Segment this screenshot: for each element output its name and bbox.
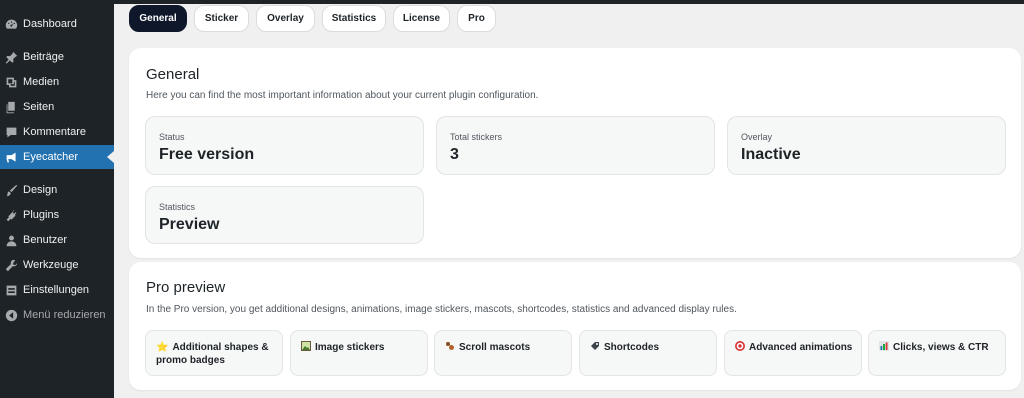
sidebar-item-label: Werkzeuge bbox=[23, 259, 79, 271]
image-icon bbox=[301, 341, 311, 354]
settings-icon bbox=[4, 283, 18, 297]
star-icon: ⭐ bbox=[156, 342, 169, 353]
stat-label: Overlay bbox=[741, 132, 773, 142]
sidebar-item-design[interactable]: Design bbox=[0, 178, 114, 202]
collapse-icon bbox=[4, 308, 18, 322]
sidebar-item-label: Seiten bbox=[23, 101, 55, 113]
stat-value: Preview bbox=[159, 216, 220, 233]
stat-statistics: Statistics Preview bbox=[145, 186, 424, 244]
pin-icon bbox=[4, 50, 18, 64]
sidebar-item-label: Plugins bbox=[23, 209, 60, 221]
tab-sticker[interactable]: Sticker bbox=[194, 5, 249, 32]
feature-label: Clicks, views & CTR bbox=[893, 342, 989, 353]
sidebar-item-media[interactable]: Medien bbox=[0, 70, 114, 94]
sidebar-item-label: Benutzer bbox=[23, 234, 68, 246]
stat-label: Statistics bbox=[159, 202, 196, 212]
stat-label: Total stickers bbox=[450, 132, 503, 142]
feature-label: Additional shapes & promo badges bbox=[156, 342, 269, 366]
paw-icon bbox=[445, 341, 455, 354]
general-card: General Here you can find the most impor… bbox=[129, 48, 1021, 258]
pro-preview-card: Pro preview In the Pro version, you get … bbox=[129, 262, 1021, 390]
stat-status: Status Free version bbox=[145, 116, 424, 175]
media-icon bbox=[4, 75, 18, 89]
feature-shortcodes: Shortcodes bbox=[579, 330, 717, 376]
feature-additional-shapes: ⭐ Additional shapes & promo badges bbox=[145, 330, 283, 376]
stat-value: Inactive bbox=[741, 146, 801, 163]
general-title: General bbox=[146, 66, 200, 83]
stat-value: Free version bbox=[159, 146, 255, 163]
chart-icon bbox=[879, 341, 889, 354]
sidebar-item-posts[interactable]: Beiträge bbox=[0, 45, 114, 69]
stat-value: 3 bbox=[450, 146, 459, 163]
sidebar-collapse-menu[interactable]: Menü reduzieren bbox=[0, 303, 114, 327]
sidebar-item-label: Kommentare bbox=[23, 126, 86, 138]
sidebar-item-users[interactable]: Benutzer bbox=[0, 228, 114, 252]
sidebar-item-label: Eyecatcher bbox=[23, 151, 79, 163]
plug-icon bbox=[4, 208, 18, 222]
sidebar-item-label: Menü reduzieren bbox=[23, 309, 106, 321]
pages-icon bbox=[4, 100, 18, 114]
tag-icon bbox=[590, 341, 600, 354]
stat-overlay: Overlay Inactive bbox=[727, 116, 1006, 175]
sidebar-item-pages[interactable]: Seiten bbox=[0, 95, 114, 119]
sidebar-item-dashboard[interactable]: Dashboard bbox=[0, 12, 114, 36]
feature-advanced-animations: Advanced animations bbox=[724, 330, 862, 376]
brush-icon bbox=[4, 183, 18, 197]
admin-bar-strip bbox=[114, 0, 1024, 4]
feature-label: Scroll mascots bbox=[459, 342, 531, 353]
sidebar-item-label: Dashboard bbox=[23, 18, 77, 30]
sidebar-item-comments[interactable]: Kommentare bbox=[0, 120, 114, 144]
pro-title: Pro preview bbox=[146, 279, 226, 296]
feature-label: Advanced animations bbox=[749, 342, 853, 353]
sidebar-item-tools[interactable]: Werkzeuge bbox=[0, 253, 114, 277]
feature-label: Image stickers bbox=[315, 342, 385, 353]
feature-clicks-views-ctr: Clicks, views & CTR bbox=[868, 330, 1006, 376]
comment-icon bbox=[4, 125, 18, 139]
feature-label: Shortcodes bbox=[604, 342, 660, 353]
stat-total-stickers: Total stickers 3 bbox=[436, 116, 715, 175]
tab-statistics[interactable]: Statistics bbox=[322, 5, 386, 32]
pro-description: In the Pro version, you get additional d… bbox=[146, 304, 737, 315]
megaphone-icon bbox=[4, 150, 18, 164]
wrench-icon bbox=[4, 258, 18, 272]
admin-sidebar: Dashboard Beiträge Medien Seiten Komment… bbox=[0, 0, 114, 398]
sidebar-item-plugins[interactable]: Plugins bbox=[0, 203, 114, 227]
tab-pro[interactable]: Pro bbox=[457, 5, 496, 32]
sidebar-item-label: Einstellungen bbox=[23, 284, 90, 296]
general-description: Here you can find the most important inf… bbox=[146, 90, 539, 101]
tab-general[interactable]: General bbox=[129, 5, 187, 32]
sidebar-item-eyecatcher[interactable]: Eyecatcher bbox=[0, 145, 114, 169]
sidebar-item-settings[interactable]: Einstellungen bbox=[0, 278, 114, 302]
dashboard-icon bbox=[4, 17, 18, 31]
target-icon bbox=[735, 341, 745, 354]
tab-license[interactable]: License bbox=[393, 5, 450, 32]
sidebar-item-label: Medien bbox=[23, 76, 60, 88]
sidebar-item-label: Design bbox=[23, 184, 58, 196]
tab-overlay[interactable]: Overlay bbox=[256, 5, 315, 32]
user-icon bbox=[4, 233, 18, 247]
feature-image-stickers: Image stickers bbox=[290, 330, 428, 376]
feature-scroll-mascots: Scroll mascots bbox=[434, 330, 572, 376]
stat-label: Status bbox=[159, 132, 185, 142]
sidebar-item-label: Beiträge bbox=[23, 51, 64, 63]
